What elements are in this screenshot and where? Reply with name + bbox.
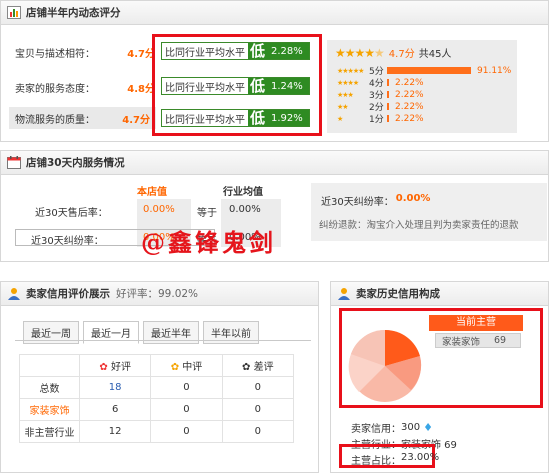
credit-panel: 卖家信用评价展示 好评率： 99.02% 最近一周 最近一月 最近半年 半年以前… [0,281,319,473]
dispute-desc: 纠纷退款：淘宝介入处理且判为卖家责任的退款 [319,220,519,231]
good-rate-value: 99.02% [158,287,199,300]
count-mid: 0 [150,420,223,443]
col-shop-header: 本店值 [137,187,167,198]
rating-row-4: ★★★★ 4分 2.22% [337,77,424,90]
summary-score: 4.7分 [388,49,415,60]
highlight-box [339,308,543,408]
dsr-label: 物流服务的质量： [15,114,95,126]
credit-header: 卖家信用评价展示 好评率： 99.02% [1,282,318,306]
chart-icon [7,6,21,19]
history-header: 卖家历史信用构成 [331,282,548,306]
flower-red-icon: ✿ [99,362,108,373]
dsr-score: 4.8分 [127,84,155,95]
rating-bar [387,103,389,110]
history-panel: 卖家历史信用构成 当前主营 家装家饰 69 卖家信用： 300 ♦ 主营行业： … [330,281,549,473]
highlight-box [152,34,322,136]
rating-distribution: ★★★★★ 5分 91.11% ★★★★ 4分 2.22% ★★★ 3分 2.2… [337,65,512,126]
dsr-header: 店铺半年内动态评分 [1,1,548,25]
count-mid: 0 [150,376,223,399]
header-good: 好评 [110,362,131,373]
dsr-panel: 店铺半年内动态评分 宝贝与描述相符： 4.7分 卖家的服务态度： 4.8分 物流… [0,0,549,142]
user-icon [337,287,351,300]
table-row: 家装家饰 6 0 0 [19,398,295,421]
count-good: 12 [78,420,152,443]
rating-row-2: ★★ 2分 2.22% [337,101,424,114]
service-industry-value: 0.00% [229,204,261,215]
rating-row-1: ★ 1分 2.22% [337,113,424,126]
row-label: 总数 [19,376,80,399]
rating-pct: 2.22% [395,101,424,112]
dispute-info-box [311,183,547,241]
rating-bar [387,79,389,86]
dsr-label: 卖家的服务态度： [15,84,95,95]
service30-header: 店铺30天内服务情况 [1,151,548,175]
user-icon [7,287,21,300]
service-shop-value: 0.00% [143,204,175,215]
service30-panel: 店铺30天内服务情况 本店值 行业均值 近30天售后率： 0.00% 等于 0.… [0,150,549,262]
credit-table: ✿ 好评 ✿ 中评 ✿ 差评 总数 18 0 0 家装家饰 6 0 0 非主营行… [19,354,295,443]
dsr-row-logistics: 物流服务的质量： 4.7分 [9,107,156,129]
credit-score-label: 卖家信用： [351,424,401,435]
header-mid: 中评 [182,362,203,373]
dispute-title: 近30天纠纷率： [321,197,394,208]
dsr-score: 4.7分 [127,49,155,60]
row-label: 非主营行业 [19,420,80,443]
credit-score-value: 300 [401,422,421,433]
dsr-row-service: 卖家的服务态度： 4.8分 [15,80,155,95]
share-row: 主营占比： 23.00% [351,452,439,467]
table-row: 非主营行业 12 0 0 [19,420,295,443]
row-label[interactable]: 家装家饰 [19,398,80,421]
rating-bar [387,91,389,98]
table-row: 总数 18 0 0 [19,376,295,399]
credit-score-row: 卖家信用： 300 ♦ [351,420,433,435]
share-label: 主营占比： [351,456,401,467]
summary-count: 共45人 [418,49,452,60]
rating-pct: 2.22% [395,89,424,100]
header-bad: 差评 [253,362,274,373]
count-good[interactable]: 18 [78,376,152,399]
good-rate-label: 好评率： [116,288,158,300]
rating-pct: 2.22% [395,77,424,88]
share-value: 23.00% [401,452,440,463]
diamond-icon: ♦ [423,421,433,434]
credit-title: 卖家信用评价展示 [26,288,110,300]
rating-row-3: ★★★ 3分 2.22% [337,89,424,102]
col-industry-header: 行业均值 [223,187,263,198]
count-bad: 0 [221,376,295,399]
service-label: 近30天售后率： [35,208,108,219]
dispute-title-row: 近30天纠纷率： 0.00% [321,193,430,208]
service-cmp: 等于 [197,208,217,219]
dispute-value: 0.00% [395,193,431,204]
count-bad: 0 [221,420,295,443]
dsr-score: 4.7分 [122,114,150,126]
service-label: 近30天纠纷率： [31,236,104,247]
rating-pct: 2.22% [395,113,424,124]
flower-yellow-icon: ✿ [170,362,180,373]
table-header-row: ✿ 好评 ✿ 中评 ✿ 差评 [19,354,295,377]
history-title: 卖家历史信用构成 [356,288,440,300]
rating-row-5: ★★★★★ 5分 91.11% [337,65,512,78]
dsr-title: 店铺半年内动态评分 [26,7,121,19]
watermark: @鑫锋鬼剑 [141,228,276,257]
rating-bar [387,115,389,122]
count-mid: 0 [150,398,223,421]
rating-label: 1分 [369,115,384,125]
dsr-label: 宝贝与描述相符： [15,49,95,60]
calendar-icon [7,156,21,169]
tabs-underline [15,340,311,341]
rating-pct: 91.11% [477,65,512,76]
count-good: 6 [78,398,152,421]
flower-black-icon: ✿ [242,362,251,373]
star-rating-icon: ★★★★★ [335,45,385,60]
rating-bar [387,67,471,74]
dsr-row-desc: 宝贝与描述相符： 4.7分 [15,45,155,60]
count-bad: 0 [221,398,295,421]
service30-title: 店铺30天内服务情况 [26,157,125,169]
dsr-summary: ★★★★★ 4.7分 共45人 [335,45,452,61]
